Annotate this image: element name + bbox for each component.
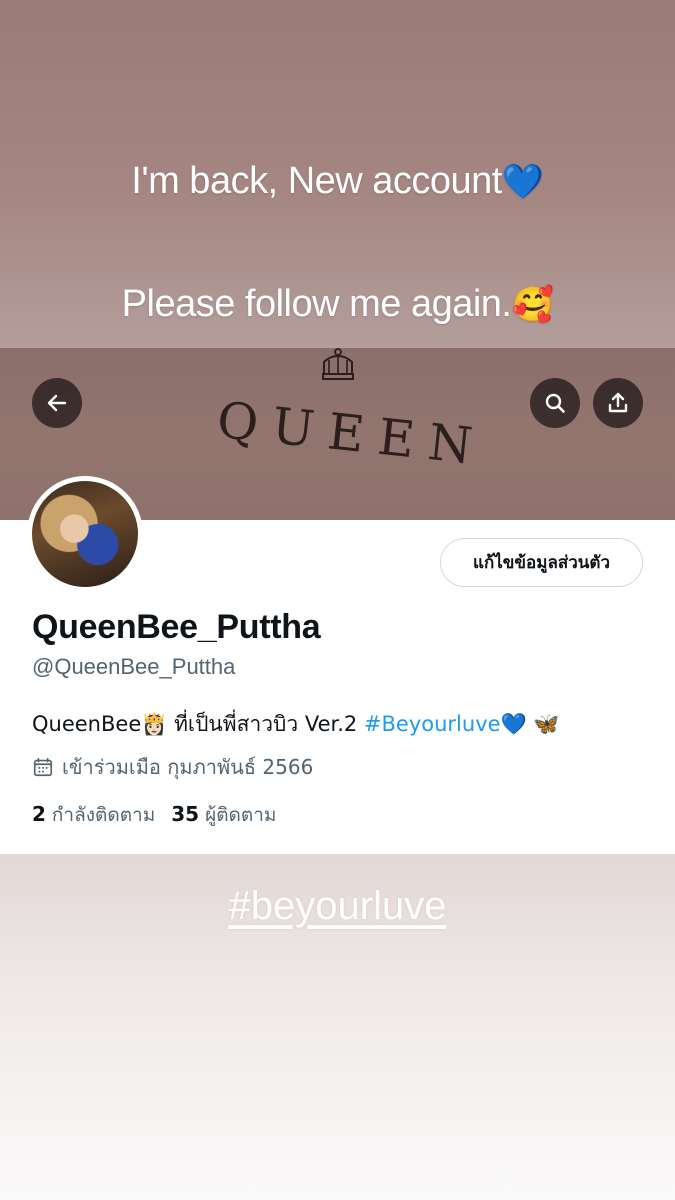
bio: QueenBee👸🏻 ที่เป็นพี่สาวบิว Ver.2 #Beyou… bbox=[32, 712, 560, 736]
blue-heart-emoji: 💙 bbox=[501, 163, 544, 201]
story-caption-line-1: I'm back, New account💙 bbox=[131, 160, 544, 202]
avatar-image bbox=[32, 481, 138, 587]
user-handle: @QueenBee_Puttha bbox=[32, 654, 236, 679]
share-icon bbox=[608, 392, 628, 413]
story-lower-area: #beyourluve bbox=[0, 854, 675, 1200]
calendar-icon bbox=[33, 757, 53, 777]
crown-icon bbox=[322, 348, 354, 380]
banner-queen-logo: QUEEN bbox=[214, 400, 474, 470]
blue-heart-emoji: 💙 bbox=[500, 712, 527, 736]
joined-date: เข้าร่วมเมือ กุมภาพันธ์ 2566 bbox=[32, 751, 313, 783]
avatar[interactable] bbox=[27, 476, 143, 592]
follow-stats: 2 กำลังติดตาม 35 ผู้ติดตาม bbox=[32, 800, 276, 830]
edit-profile-button[interactable]: แก้ไขข้อมูลส่วนตัว bbox=[440, 538, 643, 587]
princess-emoji: 👸🏻 bbox=[141, 712, 168, 736]
search-button[interactable] bbox=[530, 378, 580, 428]
smiling-hearts-emoji: 🥰 bbox=[511, 286, 554, 324]
butterfly-emoji: 🦋 bbox=[526, 712, 560, 736]
following-link[interactable]: 2 กำลังติดตาม bbox=[32, 800, 155, 830]
story-caption-area: I'm back, New account💙 Please follow me … bbox=[0, 0, 675, 348]
followers-link[interactable]: 35 ผู้ติดตาม bbox=[171, 800, 276, 830]
hashtag-sticker[interactable]: #beyourluve bbox=[0, 884, 675, 929]
display-name: QueenBee_Puttha bbox=[32, 608, 321, 646]
back-button[interactable] bbox=[32, 378, 82, 428]
search-icon bbox=[545, 393, 565, 413]
profile-card: แก้ไขข้อมูลส่วนตัว QueenBee_Puttha @Quee… bbox=[0, 476, 675, 854]
story-caption-line-2: Please follow me again.🥰 bbox=[121, 283, 554, 325]
svg-text:QUEEN: QUEEN bbox=[214, 400, 474, 470]
share-button[interactable] bbox=[593, 378, 643, 428]
bio-hashtag-link[interactable]: #Beyourluve bbox=[364, 712, 501, 736]
back-arrow-icon bbox=[47, 394, 67, 412]
